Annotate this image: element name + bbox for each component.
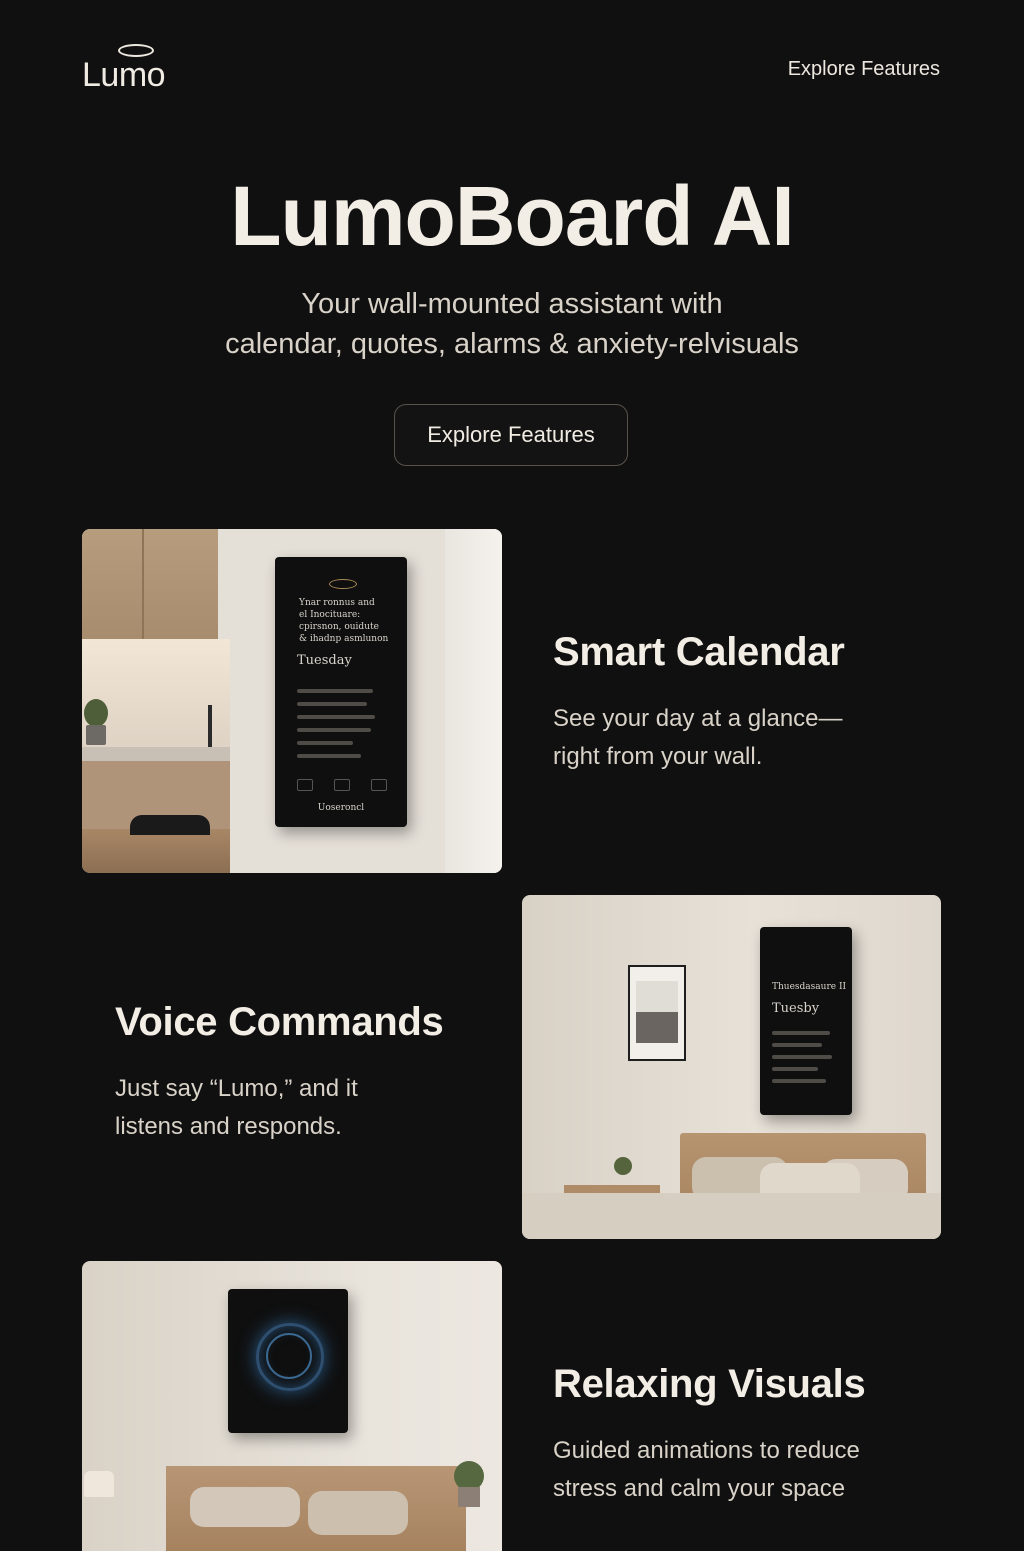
device-schedule-row [297,702,367,706]
device-schedule-row [772,1031,830,1035]
lumo-logo[interactable]: Lumo [82,44,182,96]
relaxing-visuals-title: Relaxing Visuals [553,1362,866,1406]
mic-icon [334,779,350,791]
bed-linen [522,1193,941,1239]
device-footer: Uoseroncl [317,803,365,813]
device-text-line: & ihadnp asmlunon [299,634,389,644]
lamp [84,1471,114,1497]
plant [614,1157,632,1175]
voice-commands-description: Just say “Lumo,” and it listens and resp… [115,1075,358,1140]
calming-swirl-inner [266,1333,312,1379]
chair [130,815,210,835]
explore-features-button[interactable]: Explore Features [394,404,628,466]
device-schedule-row [297,728,371,732]
wall-column [445,529,502,873]
device-schedule-row [772,1055,832,1059]
hero-subtitle-line2: calendar, quotes, alarms & anxiety-relvi… [225,328,799,360]
hero-subtitle: Your wall-mounted assistant with calenda… [160,284,864,364]
plant-pot [86,725,106,745]
lumoboard-device [228,1289,348,1433]
device-text-line: el Inocituare: [299,610,361,620]
device-schedule-row [297,741,353,745]
relaxing-visuals-image [82,1261,502,1551]
plant-pot [458,1487,480,1507]
voice-commands-image: Thuesdasaure II Tuesby [522,895,941,1239]
device-schedule-row [297,754,361,758]
device-icon-row [297,779,387,791]
voice-commands-title: Voice Commands [115,1000,444,1044]
device-schedule-row [772,1079,826,1083]
calendar-icon [297,779,313,791]
device-text-line: cpirsnon, ouidute [299,622,379,632]
faucet [208,705,212,749]
device-schedule-row [297,715,375,719]
kitchen-cabinet [82,529,218,639]
relaxing-visuals-description: Guided animations to reduce stress and c… [553,1437,860,1502]
smart-calendar-image: Ynar ronnus and el Inocituare: cpirsnon,… [82,529,502,873]
smart-calendar-title: Smart Calendar [553,630,845,674]
logo-text: Lumo [82,56,166,94]
lumoboard-device: Ynar ronnus and el Inocituare: cpirsnon,… [275,557,407,827]
hero-title: LumoBoard AI [230,169,795,263]
device-ring-icon [329,579,357,589]
device-schedule-row [297,689,373,693]
device-text-line: Ynar ronnus and [299,598,375,608]
device-day: Tuesday [297,653,352,668]
countertop [82,747,230,761]
lumoboard-device: Thuesdasaure II Tuesby [760,927,852,1115]
wall-art-frame [628,965,686,1061]
device-text-line: Thuesdasaure II [772,982,847,992]
device-day: Tuesby [772,1001,820,1016]
nav-explore-features-link[interactable]: Explore Features [788,58,940,81]
hero-subtitle-line1: Your wall-mounted assistant with [301,288,723,320]
chat-icon [371,779,387,791]
pillow [308,1491,408,1535]
device-schedule-row [772,1067,818,1071]
pillow [190,1487,300,1527]
device-schedule-row [772,1043,822,1047]
smart-calendar-description: See your day at a glance— right from you… [553,705,843,770]
table [82,829,230,873]
plant [84,699,108,727]
